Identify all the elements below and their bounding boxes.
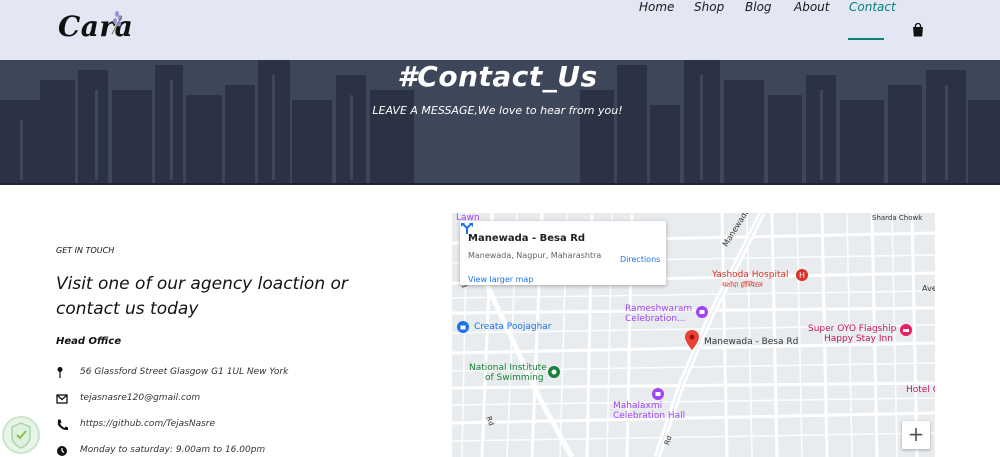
map-label-mahalaxmi-2: Celebration Hall	[613, 411, 686, 421]
map-label-nis-2: of Swimming	[485, 373, 544, 383]
map-label-yashoda-local: यशोदा हॉस्पिटल	[722, 281, 763, 289]
map-label-sharda: Sharda Chowk	[872, 214, 923, 222]
hall-pin-icon	[652, 388, 664, 400]
map-label-rameshwaram-2: Celebration...	[625, 314, 686, 324]
lavender-logo-icon	[111, 11, 123, 35]
section-kicker: GET IN TOUCH	[56, 246, 115, 255]
directions-icon[interactable]	[460, 221, 474, 235]
nav-contact[interactable]: Contact	[849, 0, 896, 14]
shield-badge-icon[interactable]	[0, 414, 42, 457]
address-text: 56 Glassford Street Glasgow G1 1UL New Y…	[80, 367, 289, 377]
envelope-icon	[56, 394, 68, 404]
svg-text:H: H	[799, 271, 805, 280]
hospital-pin-icon: H	[796, 269, 808, 281]
nav-about[interactable]: About	[794, 0, 829, 14]
nav-shop[interactable]: Shop	[694, 0, 724, 14]
nav-blog[interactable]: Blog	[745, 0, 772, 14]
map-label-pin: Manewada - Besa Rd	[704, 337, 799, 347]
map-pin-icon	[57, 367, 63, 378]
zoom-in-button[interactable]: +	[902, 421, 930, 449]
page-title: #Contact_Us	[397, 60, 598, 93]
hours-text: Monday to saturday: 9.00am to 16.00pm	[80, 445, 266, 455]
nav-home[interactable]: Home	[639, 0, 674, 14]
map-place-address: Manewada, Nagpur, Maharashtra	[468, 251, 602, 260]
site-header: Cara Home Shop Blog About Contact	[0, 0, 1000, 60]
swimming-pin-icon	[548, 366, 560, 378]
view-larger-map-link[interactable]: View larger map	[468, 275, 533, 284]
github-link[interactable]: https://github.com/TejasNasre	[80, 419, 215, 429]
head-office-title: Head Office	[56, 336, 122, 347]
section-heading: Visit one of our agency loaction or cont…	[56, 274, 348, 319]
directions-link[interactable]: Directions	[620, 255, 660, 264]
venue-pin-icon	[696, 306, 708, 318]
phone-icon	[57, 419, 68, 431]
map-place-title: Manewada - Besa Rd	[468, 233, 586, 244]
map-label-creata: Creata Poojaghar	[474, 322, 552, 332]
location-pin-icon[interactable]	[685, 330, 699, 350]
page-subtitle: LEAVE A MESSAGE,We love to hear from you…	[372, 104, 623, 117]
temple-pin-icon	[457, 321, 469, 333]
hotel-pin-icon	[900, 324, 912, 336]
email-text[interactable]: tejasnasre120@gmail.com	[80, 393, 200, 403]
map-label-hotel: Hotel C	[906, 385, 935, 395]
clock-icon	[57, 446, 67, 456]
google-map-embed[interactable]: Lawn Sharda Chowk Manewada Yashoda Hospi…	[452, 213, 935, 457]
map-label-ave: Ave	[922, 284, 935, 293]
map-info-card: Manewada - Besa Rd Manewada, Nagpur, Mah…	[460, 221, 666, 285]
shopping-bag-icon[interactable]	[912, 23, 924, 37]
map-label-super-oyo-2: Happy Stay Inn	[824, 334, 893, 344]
nav-active-underline	[848, 38, 884, 40]
